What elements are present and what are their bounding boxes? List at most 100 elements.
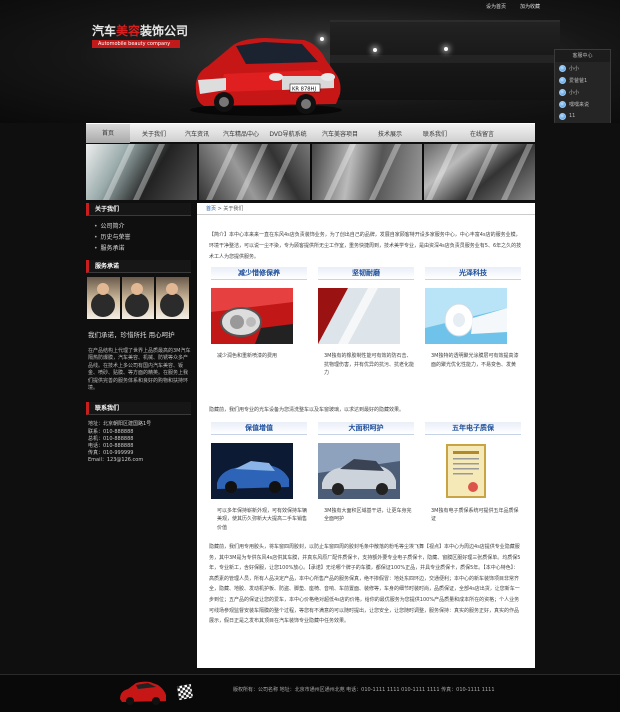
nav-item-message[interactable]: 在线留言 xyxy=(460,129,504,138)
contact-fax: 传真：010-999999 xyxy=(88,450,134,457)
nav-item-news[interactable]: 汽车资讯 xyxy=(178,129,216,138)
nav-item-contact[interactable]: 联系我们 xyxy=(410,129,460,138)
red-car-image: KR 878HJ xyxy=(190,38,342,116)
contact-lines: 地址：北京朝阳区建国路1号 联系：010-888888 总机：010-88888… xyxy=(86,415,191,464)
banner-image xyxy=(198,144,312,200)
feature-title: 大面积呵护 xyxy=(318,421,414,435)
breadcrumb: 首页 > 关于我们 xyxy=(197,203,535,215)
logo-text-red: 美容 xyxy=(116,24,141,38)
service-item[interactable]: 嘿嘿来说 xyxy=(555,98,610,110)
headlight-image xyxy=(211,288,293,344)
feature-card: 减少惜修保养 减少润色和重新喷漆的费用 xyxy=(211,267,307,378)
main-nav: 首页 关于我们 汽车资讯 汽车精品中心 DVD导航系统 汽车美容项目 技术展示 … xyxy=(86,123,535,143)
contact-person: 联系：010-888888 xyxy=(88,428,134,435)
feature-desc: 3M独有大面积区域基干进，让更车身完全面呵护 xyxy=(324,507,412,523)
street-lamp xyxy=(373,48,377,52)
sidebar-item-service-promise[interactable]: 服务承诺 xyxy=(94,243,191,254)
sidebar-item-company-intro[interactable]: 公司简介 xyxy=(94,221,191,232)
qq-icon xyxy=(559,100,566,108)
service-item-label: 小小 xyxy=(569,65,580,72)
service-panel-title: 客服中心 xyxy=(555,50,610,62)
feature-row: 保值增值 可以多年保持崭新外观，可有效保持车辆美观，使其历久弥新大大提高二手车销… xyxy=(197,421,535,533)
contact-switchboard: 总机：010-888888 xyxy=(88,435,134,442)
contact-email[interactable]: Email：123@126.com xyxy=(88,457,191,464)
feature-desc: 可以多年保持崭新外观，可有效保持车辆美观，使其历久弥新大大提高二手车销售价值 xyxy=(217,507,308,531)
logo-text-b: 装饰公司 xyxy=(140,24,189,38)
detail-text: 隐藏前，我们用专用胶头，将车窗四周胶封，以防止车窗四周的胶封毛条中散落的粉毛等尘… xyxy=(209,544,521,625)
qq-icon xyxy=(559,64,566,72)
banner-image xyxy=(86,144,199,200)
service-item[interactable]: 小小 xyxy=(555,62,610,74)
breadcrumb-current: 关于我们 xyxy=(223,206,244,212)
main-content: 首页 > 关于我们 【简介】本中心本来来一直在东风4s店负责装饰业务，为了创出自… xyxy=(197,203,535,668)
blue-car-image xyxy=(211,442,293,499)
nav-item-home[interactable]: 首页 xyxy=(86,123,130,143)
gloss-tech-image xyxy=(425,288,507,344)
nav-item-about[interactable]: 关于我们 xyxy=(130,129,178,138)
checkered-flag-icon xyxy=(176,683,194,701)
intro-text: 【简介】本中心本来来一直在东风4s店负责装饰业务，为了创出自己的品牌，发展自家顾… xyxy=(209,232,522,260)
service-slogan: 我们承诺，珍惜所托 用心呵护 xyxy=(88,331,175,339)
add-favorite-link[interactable]: 加为收藏 xyxy=(520,3,540,10)
feature-desc: 3M独有电子质保系统可提供五年品质保证 xyxy=(431,507,519,523)
footer: 版权所有：公司名称 地址：北京市通州区通州北苑 电话：010-1111 1111… xyxy=(0,674,620,712)
sidebar-contact-title: 联系我们 xyxy=(86,402,191,416)
service-item-label: 嘿嘿来说 xyxy=(569,101,590,108)
service-staff-image xyxy=(87,277,190,319)
nav-item-tech[interactable]: 技术展示 xyxy=(370,129,410,138)
service-item-label: 小小 xyxy=(569,89,580,96)
customer-service-panel: 客服中心 小小 爱爸爸1 小小 嘿嘿来说 11 xyxy=(554,49,611,123)
license-plate: KR 878HJ xyxy=(292,87,316,93)
sidebar: 关于我们 公司简介 历史与荣誉 服务承诺 服务承诺 我们承诺，珍惜所托 用心呵护… xyxy=(86,203,191,465)
footer-text: 版权所有：公司名称 地址：北京市通州区通州北苑 电话：010-1111 1111… xyxy=(233,687,495,693)
nav-item-products[interactable]: 汽车精品中心 xyxy=(216,129,266,138)
nav-item-dvd[interactable]: DVD导航系统 xyxy=(266,129,310,138)
mid-text: 隐藏前，我们用专业的光车设备为您清洗整车以及车窗玻璃，以求达到最好的隐藏效果。 xyxy=(209,406,405,413)
sidebar-contact: 联系我们 地址：北京朝阳区建国路1号 联系：010-888888 总机：010-… xyxy=(86,402,191,464)
service-item-label: 11 xyxy=(569,113,576,119)
sidebar-about-list: 公司简介 历史与荣誉 服务承诺 xyxy=(86,216,191,254)
building-beam xyxy=(330,55,560,63)
sidebar-about-title: 关于我们 xyxy=(86,203,191,216)
feature-card: 保值增值 可以多年保持崭新外观，可有效保持车辆美观，使其历久弥新大大提高二手车销… xyxy=(211,421,308,533)
service-item[interactable]: 爱爸爸1 xyxy=(555,74,610,86)
banner-strip xyxy=(86,144,535,200)
feature-title: 保值增值 xyxy=(211,421,307,435)
top-links: 设为首页 加为收藏 xyxy=(486,3,540,10)
service-item-label: 爱爸爸1 xyxy=(569,77,588,84)
protective-film-image xyxy=(318,288,400,344)
logo-text-a: 汽车 xyxy=(92,24,117,38)
service-item[interactable]: 小小 xyxy=(555,86,610,98)
feature-row: 减少惜修保养 减少润色和重新喷漆的费用 坚韧耐磨 3M独有的橡胶制性能可有效的防… xyxy=(197,267,535,378)
banner-image xyxy=(311,144,425,200)
feature-card: 五年电子质保 3M独有电子质保系统可提供五年品质保证 xyxy=(425,421,521,533)
feature-desc: 3M独特的透明聚光涂膜层可有效提高漆面的聚光优化性能力，不易变色、发黄 xyxy=(431,353,519,368)
warranty-certificate-image xyxy=(425,442,507,499)
contact-address: 地址：北京朝阳区建国路1号 xyxy=(88,421,152,428)
header: 设为首页 加为收藏 汽车美容装饰公司 Automobile beauty com… xyxy=(0,0,620,123)
feature-title: 坚韧耐磨 xyxy=(318,267,414,280)
set-homepage-link[interactable]: 设为首页 xyxy=(486,3,506,10)
logo-en: Automobile beauty company xyxy=(92,40,181,48)
service-item[interactable]: 11 xyxy=(555,110,610,122)
feature-title: 光泽科技 xyxy=(425,267,521,280)
qq-icon xyxy=(559,88,566,96)
logo-cn: 汽车美容装饰公司 xyxy=(92,22,188,39)
feature-desc: 3M独有的橡胶制性能可有效的防石击、抗物理伤害，并有优异的抗污、抗老化能力 xyxy=(324,353,415,376)
feature-card: 光泽科技 3M独特的透明聚光涂膜层可有效提高漆面的聚光优化性能力，不易变色、发黄 xyxy=(425,267,521,378)
banner-image xyxy=(424,144,535,200)
nav-item-beauty[interactable]: 汽车美容项目 xyxy=(310,129,370,138)
site-logo[interactable]: 汽车美容装饰公司 Automobile beauty company xyxy=(92,22,188,48)
feature-title: 减少惜修保养 xyxy=(211,267,307,280)
qq-icon xyxy=(559,76,566,84)
feature-title: 五年电子质保 xyxy=(425,421,521,435)
footer-car-icon xyxy=(120,681,166,705)
feature-card: 坚韧耐磨 3M独有的橡胶制性能可有效的防石击、抗物理伤害，并有优异的抗污、抗老化… xyxy=(318,267,414,378)
service-description: 在产品结构上代理了世界上品质最高的3M汽车隔热防爆膜，汽车美容、机械、防锈等众多… xyxy=(88,348,191,392)
sidebar-item-history[interactable]: 历史与荣誉 xyxy=(94,232,191,243)
qq-icon xyxy=(559,112,566,120)
silver-car-image xyxy=(318,442,400,499)
feature-desc: 减少润色和重新喷漆的费用 xyxy=(217,353,278,359)
sidebar-service-title: 服务承诺 xyxy=(86,260,191,273)
breadcrumb-home[interactable]: 首页 xyxy=(206,206,216,212)
